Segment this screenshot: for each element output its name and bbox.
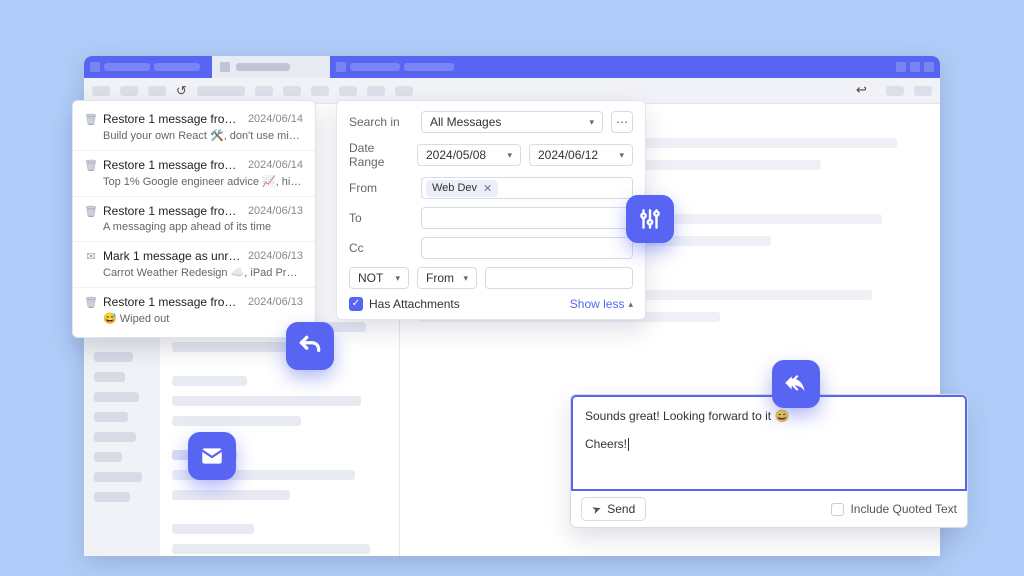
window-close-icon[interactable]	[924, 62, 934, 72]
date-to-select[interactable]: 2024/06/12▾	[529, 144, 633, 166]
titlebar-skeleton	[154, 63, 200, 71]
compose-text-line: Sounds great! Looking forward to it 😄	[585, 407, 953, 425]
send-icon: ➤	[590, 501, 603, 516]
to-input[interactable]	[421, 207, 633, 229]
search-scope-select[interactable]: All Messages▾	[421, 111, 603, 133]
tab-active[interactable]	[212, 56, 330, 78]
from-label: From	[349, 181, 413, 195]
undo-history-popup: 🗑 Restore 1 message from Trash 2024/06/1…	[72, 100, 316, 338]
boolean-field-select[interactable]: From▾	[417, 267, 477, 289]
window-control-icon[interactable]	[90, 62, 100, 72]
from-chip[interactable]: Web Dev ✕	[426, 180, 498, 197]
checkbox-checked-icon	[349, 297, 363, 311]
date-from-select[interactable]: 2024/05/08▾	[417, 144, 521, 166]
undo-history-item[interactable]: 🗑 Restore 1 message from Trash 2024/06/1…	[73, 151, 315, 197]
from-input[interactable]: Web Dev ✕	[421, 177, 633, 199]
trash-icon: 🗑	[85, 296, 97, 309]
titlebar-skeleton	[350, 63, 400, 71]
checkbox-unchecked-icon	[831, 503, 844, 516]
undo-badge-icon	[286, 322, 334, 370]
reply-all-badge-icon	[772, 360, 820, 408]
to-label: To	[349, 211, 413, 225]
cc-input[interactable]	[421, 237, 633, 259]
undo-history-item[interactable]: ✉ Mark 1 message as unread 2024/06/13 Ca…	[73, 242, 315, 288]
compose-reply: Sounds great! Looking forward to it 😄 Ch…	[570, 394, 968, 528]
reply-all-icon[interactable]: ↩	[856, 82, 867, 98]
undo-history-item[interactable]: 🗑 Restore 1 message from Trash 2024/06/1…	[73, 288, 315, 333]
cc-label: Cc	[349, 241, 413, 255]
has-attachments-checkbox[interactable]: Has Attachments	[349, 297, 460, 311]
unread-icon: ✉	[85, 250, 97, 263]
compose-editor[interactable]: Sounds great! Looking forward to it 😄 Ch…	[571, 395, 967, 491]
show-less-link[interactable]: Show less ▴	[570, 297, 633, 311]
compose-text-line: Cheers!	[585, 437, 627, 451]
search-in-label: Search in	[349, 115, 413, 129]
undo-icon[interactable]: ↻	[176, 83, 187, 99]
advanced-search-panel: Search in All Messages▾ ⋯ Date Range 202…	[336, 100, 646, 320]
titlebar	[84, 56, 940, 78]
date-range-label: Date Range	[349, 141, 409, 169]
send-button[interactable]: ➤ Send	[581, 497, 646, 521]
include-quoted-checkbox[interactable]: Include Quoted Text	[831, 502, 957, 516]
titlebar-skeleton	[404, 63, 454, 71]
trash-icon: 🗑	[85, 159, 97, 172]
boolean-op-select[interactable]: NOT▾	[349, 267, 409, 289]
undo-history-item[interactable]: 🗑 Restore 1 message from Trash 2024/06/1…	[73, 197, 315, 242]
text-cursor	[628, 438, 629, 451]
boolean-value-input[interactable]	[485, 267, 633, 289]
mail-badge-icon	[188, 432, 236, 480]
tab-background-icon[interactable]	[336, 62, 346, 72]
window-maximize-icon[interactable]	[910, 62, 920, 72]
trash-icon: 🗑	[85, 205, 97, 218]
undo-item-subtitle: Build your own React 🛠️, don't use micro…	[103, 129, 303, 142]
window-minimize-icon[interactable]	[896, 62, 906, 72]
undo-item-date: 2024/06/14	[248, 113, 303, 125]
chevron-up-icon: ▴	[628, 299, 633, 310]
undo-item-title: Restore 1 message from Trash	[103, 112, 242, 126]
chip-remove-icon[interactable]: ✕	[483, 182, 492, 195]
trash-icon: 🗑	[85, 113, 97, 126]
titlebar-skeleton	[104, 63, 150, 71]
undo-history-item[interactable]: 🗑 Restore 1 message from Trash 2024/06/1…	[73, 105, 315, 151]
search-more-button[interactable]: ⋯	[611, 111, 633, 133]
filters-badge-icon	[626, 195, 674, 243]
